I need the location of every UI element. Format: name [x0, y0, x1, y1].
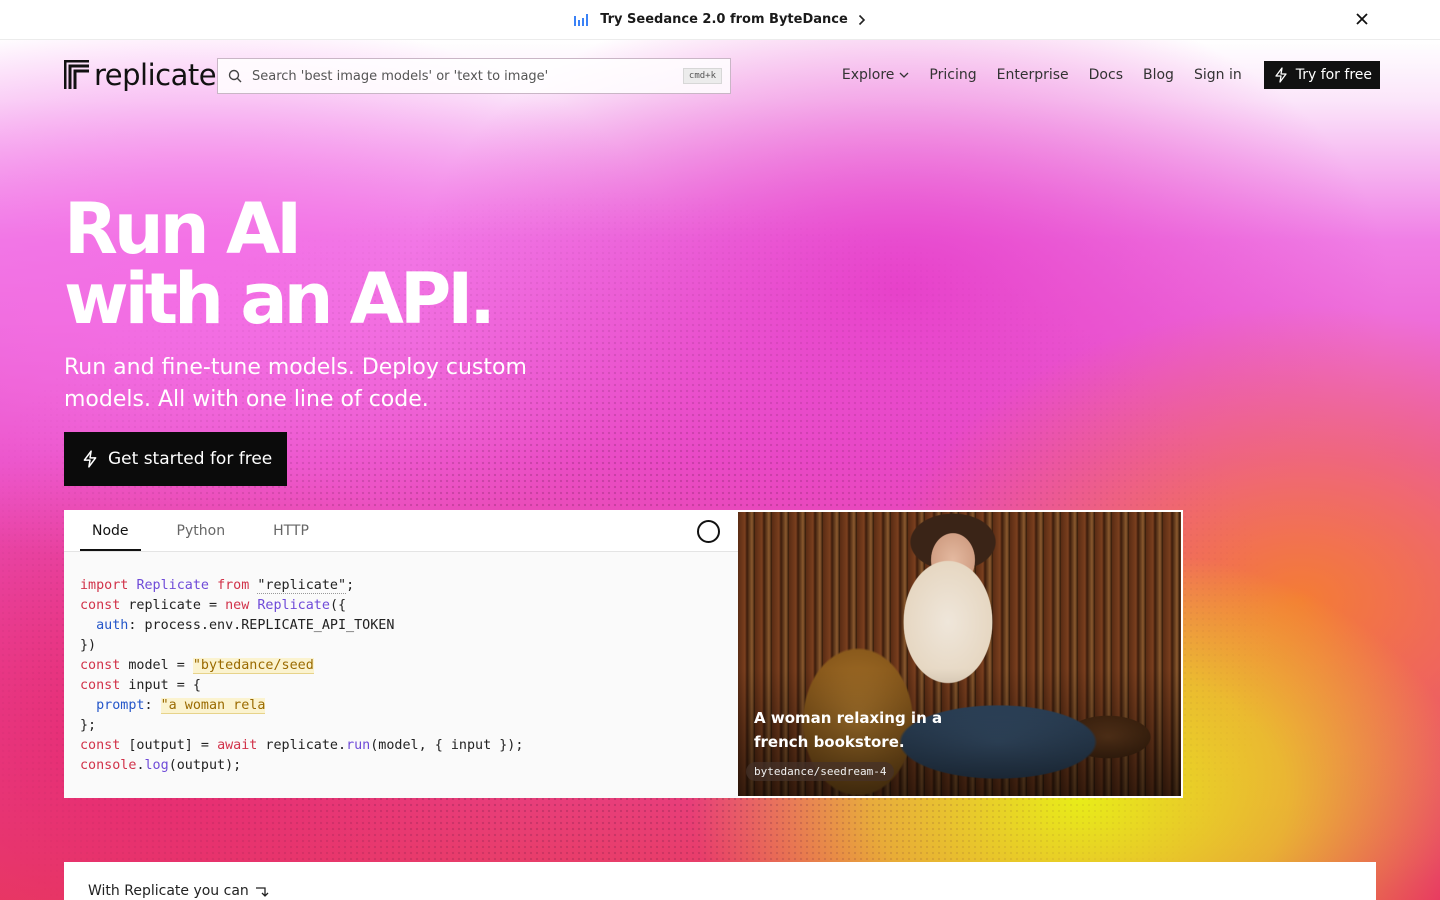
loading-spinner-icon	[697, 520, 720, 543]
nav-item-label: Explore	[841, 67, 895, 83]
search-shortcut: cmd+k	[682, 68, 722, 84]
nav-menu: Explore Pricing Enterprise Docs Blog Sig…	[842, 60, 1380, 90]
model-tag[interactable]: bytedance/seedream-4	[746, 762, 895, 781]
tab-python[interactable]: Python	[165, 523, 238, 551]
search-input[interactable]	[250, 67, 683, 85]
bar-chart-icon	[574, 13, 589, 26]
model-value: "bytedance/seed	[192, 658, 314, 674]
nav-item-pricing[interactable]: Pricing	[929, 67, 976, 83]
main-nav: replicate cmd+k Explore Pricing Enterpri…	[64, 58, 1380, 94]
hero-title: Run AI with an API.	[64, 194, 496, 334]
tab-node[interactable]: Node	[80, 523, 141, 551]
lightning-icon	[83, 450, 97, 468]
image-caption: A woman relaxing in a french bookstore.	[754, 709, 943, 751]
generated-image-preview[interactable]: A woman relaxing in a french bookstore. …	[738, 512, 1181, 796]
language-tabs: Node Python HTTP	[64, 510, 738, 552]
hero-title-line-2: with an API.	[64, 258, 496, 340]
lightning-icon	[1275, 67, 1287, 83]
prompt-value: "a woman rela	[160, 698, 266, 714]
chevron-down-icon	[899, 72, 909, 78]
nav-item-sign-in[interactable]: Sign in	[1194, 67, 1242, 83]
announcement-bar: Try Seedance 2.0 from ByteDance	[0, 0, 1440, 40]
replicate-logo-icon	[64, 60, 89, 89]
tab-http[interactable]: HTTP	[261, 523, 321, 551]
features-section: With Replicate you can	[64, 862, 1376, 900]
announcement-link[interactable]: Try Seedance 2.0 from ByteDance	[574, 12, 866, 27]
get-started-label: Get started for free	[108, 449, 273, 469]
nav-item-enterprise[interactable]: Enterprise	[997, 67, 1069, 83]
features-lead: With Replicate you can	[88, 883, 271, 899]
code-snippet: import Replicate from "replicate"; const…	[80, 578, 524, 773]
close-icon[interactable]	[1354, 11, 1370, 27]
nav-item-explore[interactable]: Explore	[842, 67, 910, 83]
chevron-right-icon	[858, 14, 865, 25]
code-example-card: Node Python HTTP import Replicate from "…	[64, 510, 1183, 798]
search-box: cmd+k	[217, 58, 731, 94]
search-icon	[228, 69, 242, 83]
try-for-free-button[interactable]: Try for free	[1263, 61, 1380, 89]
try-for-free-label: Try for free	[1295, 67, 1372, 83]
brand-logo[interactable]: replicate	[64, 58, 217, 92]
announcement-text: Try Seedance 2.0 from ByteDance	[600, 12, 848, 27]
hero-subtitle: Run and fine-tune models. Deploy custom …	[64, 355, 527, 412]
arrow-down-right-icon	[255, 887, 269, 897]
code-pane: Node Python HTTP import Replicate from "…	[64, 510, 738, 798]
brand-name: replicate	[94, 58, 217, 92]
features-lead-text: With Replicate you can	[88, 883, 249, 899]
nav-item-blog[interactable]: Blog	[1143, 67, 1174, 83]
nav-item-docs[interactable]: Docs	[1089, 67, 1123, 83]
get-started-button[interactable]: Get started for free	[64, 432, 287, 486]
